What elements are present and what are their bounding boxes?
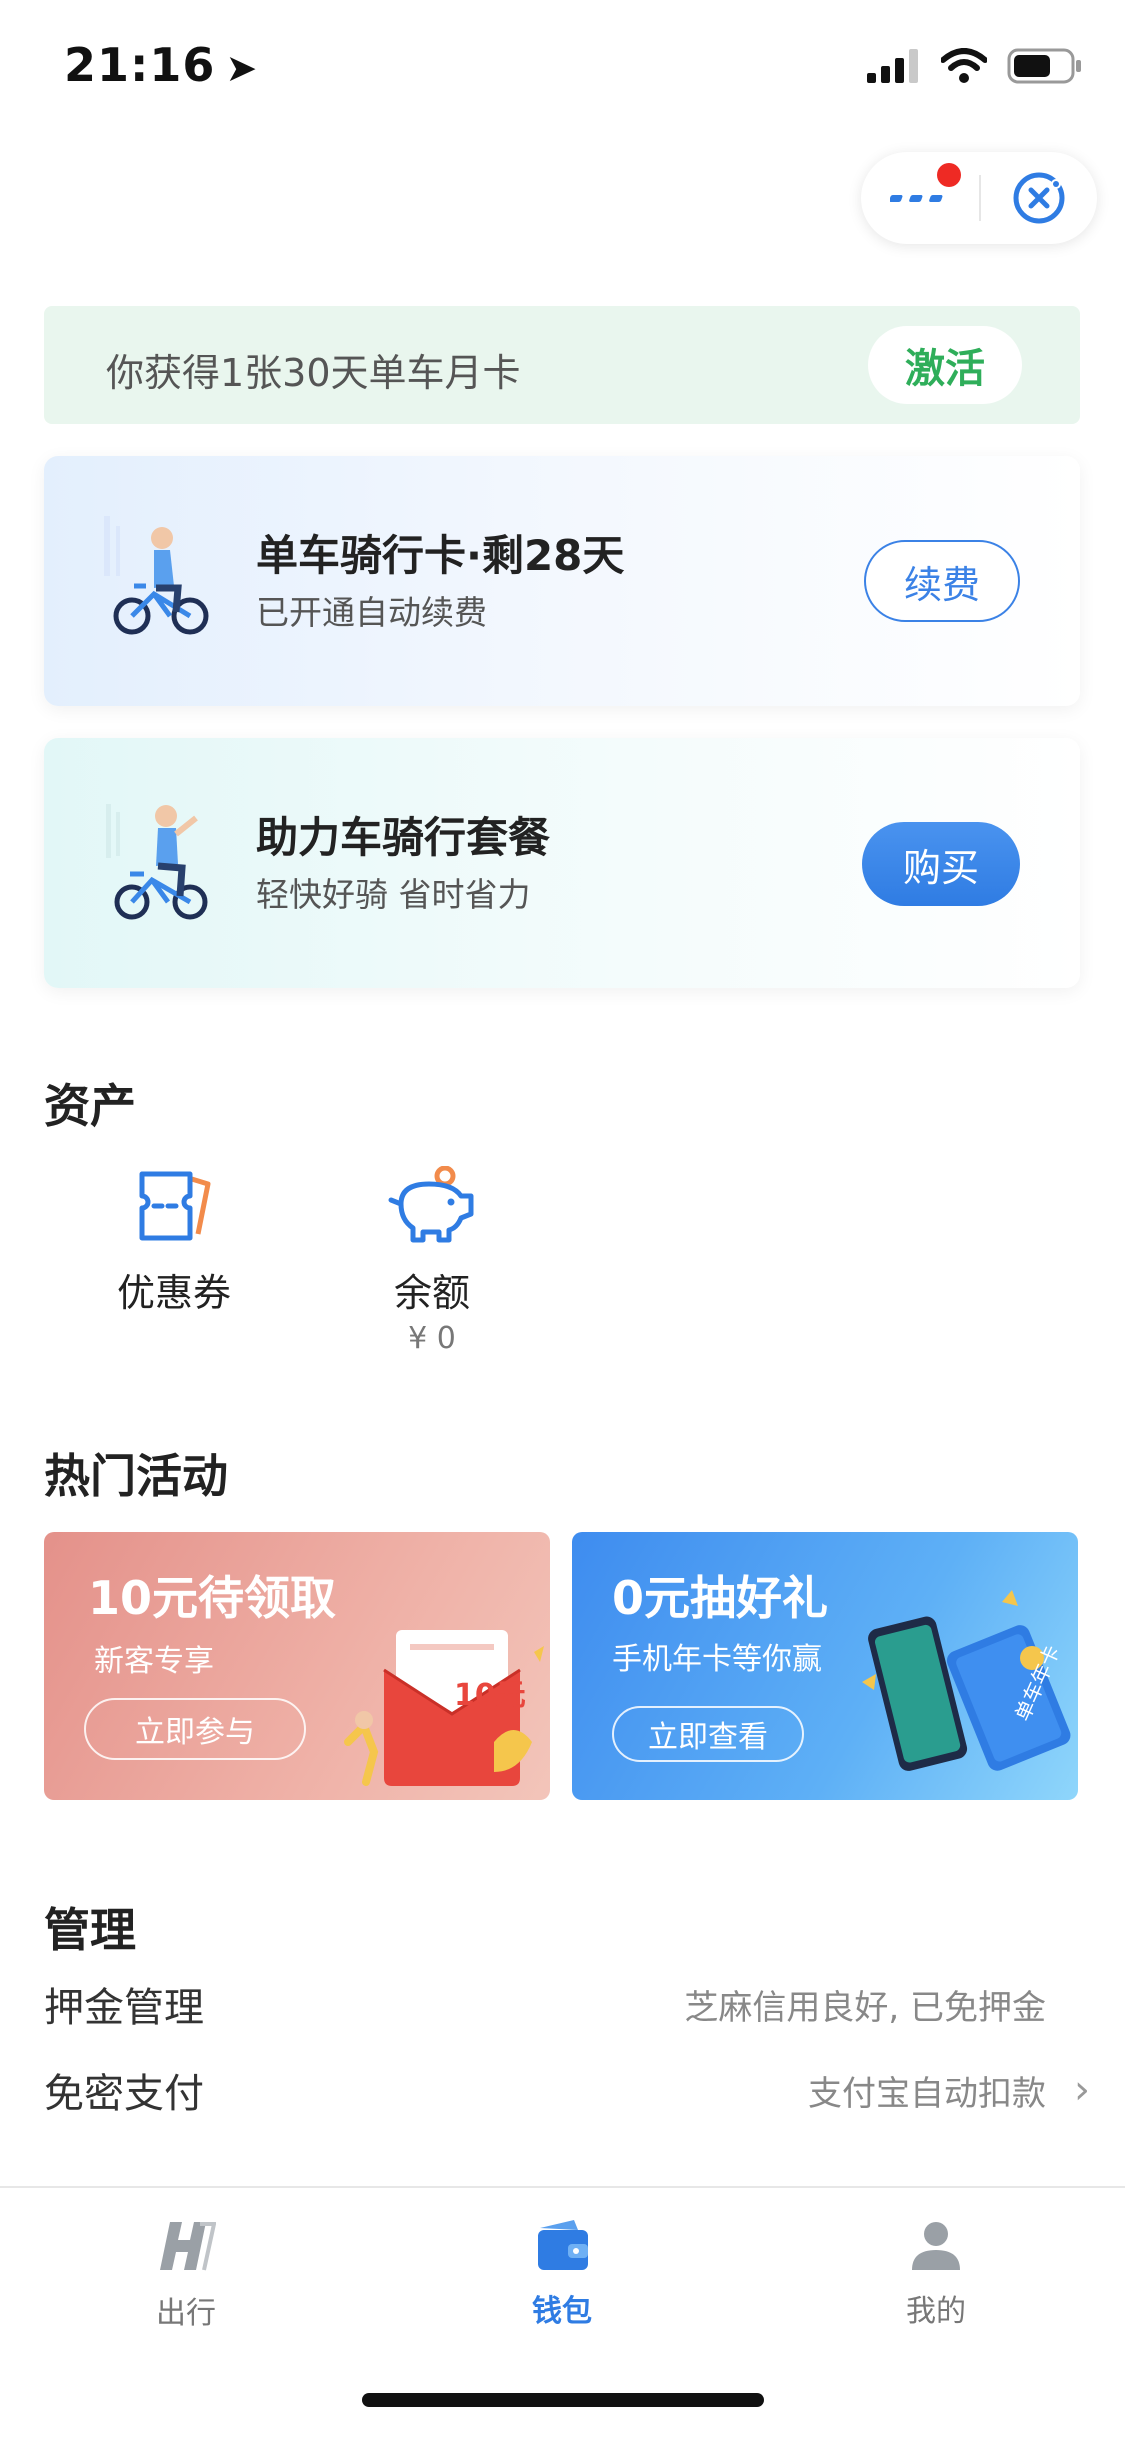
user-icon [912,2222,960,2270]
banner-subtitle: 新客专享 [94,1644,214,1679]
coupon-label: 优惠券 [116,1271,231,1315]
activate-button[interactable]: 激活 [868,326,1022,404]
tab-me[interactable]: 我的 [846,2218,1026,2330]
wallet-icon [538,2220,588,2270]
mini-program-capsule [861,152,1097,244]
join-now-button[interactable]: 立即参与 [84,1698,306,1760]
close-target-icon [1013,172,1065,224]
balance-entry[interactable]: 余额 ¥ 0 [332,1165,532,1356]
cellular-signal-icon [867,49,918,83]
chevron-right-icon: › [1074,2067,1090,2113]
card-subtitle: 已开通自动续费 [256,593,487,632]
tab-label: 钱包 [532,2294,592,2329]
assets-section-title: 资产 [44,1079,136,1133]
activities-section-title: 热门活动 [44,1449,228,1503]
battery-icon [1007,48,1081,84]
bicycle-rider-icon [104,516,209,635]
bike-ride-card[interactable]: 单车骑行卡·剩28天 已开通自动续费 续费 [44,456,1080,706]
more-dots-icon [890,195,943,202]
promo-text: 你获得1张30天单车月卡 [106,351,521,395]
promo-banner: 你获得1张30天单车月卡 激活 [44,306,1080,424]
ebike-package-card[interactable]: 助力车骑行套餐 轻快好骑 省时省力 购买 [44,738,1080,988]
notification-dot [937,163,961,187]
hellobike-logo-icon [160,2222,217,2271]
card-title: 助力车骑行套餐 [256,813,551,862]
tab-wallet[interactable]: 钱包 [472,2218,652,2330]
activity-banner-lottery[interactable]: 0元抽好礼 手机年卡等你赢 立即查看 单车年卡 [572,1532,1078,1800]
status-icons [867,48,1083,84]
banner-title: 10元待领取 [88,1571,337,1625]
balance-value: ¥ 0 [408,1321,456,1356]
location-arrow-icon: ➤ [225,46,259,90]
banner-subtitle: 手机年卡等你赢 [612,1642,822,1677]
more-button[interactable] [861,163,979,209]
piggy-bank-icon [388,1165,474,1243]
close-button[interactable] [981,170,1097,226]
coupon-icon [139,1171,211,1241]
coupon-entry[interactable]: 优惠券 [74,1166,274,1317]
activity-banner-redpacket[interactable]: 10元待领取 新客专享 立即参与 10元 [44,1532,550,1800]
balance-label: 余额 [393,1271,470,1315]
banner-title: 0元抽好礼 [612,1571,829,1625]
home-indicator [362,2393,764,2407]
buy-button[interactable]: 购买 [862,822,1020,906]
renew-button[interactable]: 续费 [864,540,1020,622]
password-free-payment-row[interactable]: 免密支付 支付宝自动扣款 › [44,2050,1090,2130]
deposit-management-row[interactable]: 押金管理 芝麻信用良好, 已免押金 [44,1964,1084,2044]
card-subtitle: 轻快好骑 省时省力 [256,875,531,914]
wifi-icon [941,48,987,83]
ebike-rider-icon [106,804,208,920]
manage-section-title: 管理 [44,1903,136,1957]
row-value: 支付宝自动扣款 [808,2073,1046,2114]
row-label: 免密支付 [44,2071,204,2117]
status-time: 21:16 ➤ [64,38,258,92]
tab-travel[interactable]: 出行 [96,2218,276,2332]
view-now-button[interactable]: 立即查看 [612,1706,804,1762]
row-value: 芝麻信用良好, 已免押金 [684,1987,1046,2028]
row-label: 押金管理 [44,1985,204,2031]
card-title: 单车骑行卡·剩28天 [256,531,625,580]
tab-label: 出行 [156,2296,216,2331]
clock-text: 21:16 [64,38,216,92]
tab-label: 我的 [906,2294,966,2329]
coupon-amount: 10元 [454,1678,526,1713]
